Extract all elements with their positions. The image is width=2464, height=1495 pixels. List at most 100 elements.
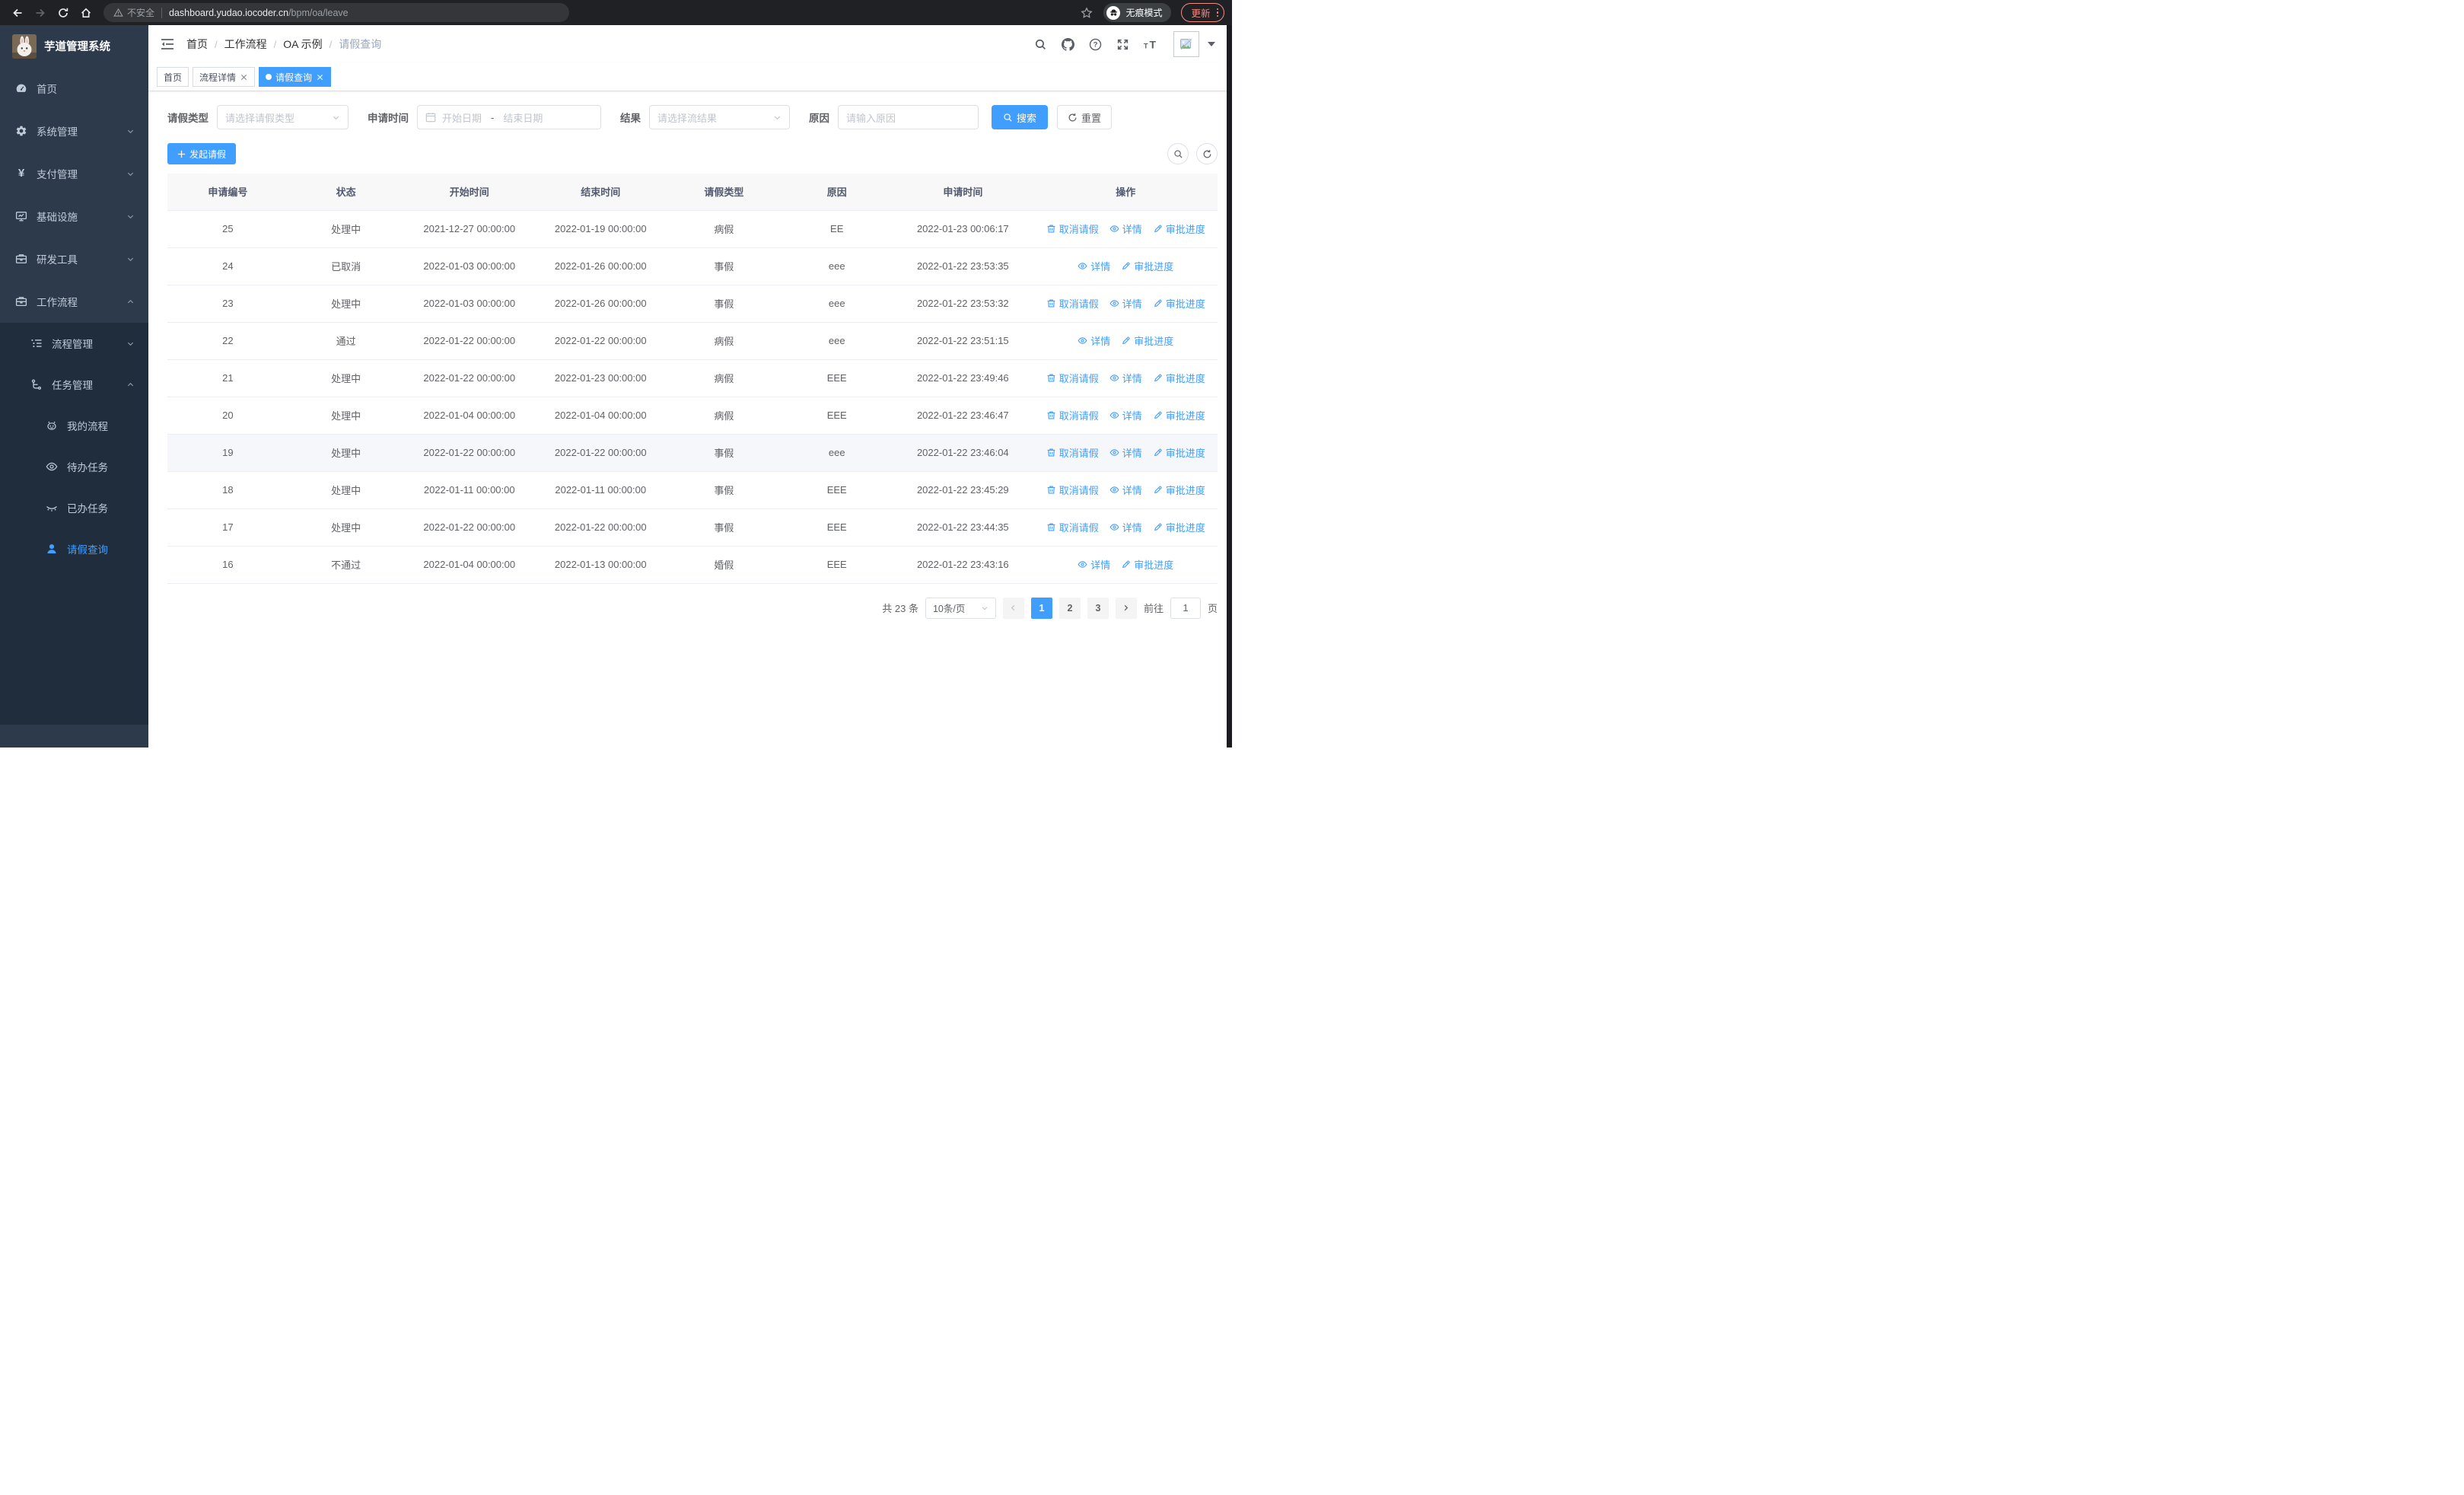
cell-apply-id: 23 (167, 285, 288, 323)
fullscreen-icon[interactable] (1116, 38, 1129, 51)
approval-progress-link[interactable]: 审批进度 (1153, 483, 1205, 497)
cancel-leave-link[interactable]: 取消请假 (1046, 483, 1099, 497)
approval-progress-link[interactable]: 审批进度 (1153, 520, 1205, 534)
breadcrumb-workflow[interactable]: 工作流程 (224, 37, 267, 52)
cell-apply-id: 20 (167, 397, 288, 435)
approval-progress-link[interactable]: 审批进度 (1121, 557, 1173, 572)
sidebar-item-workflow[interactable]: 工作流程 (0, 280, 148, 323)
apply-time-range-picker[interactable]: 开始日期 - 结束日期 (417, 105, 601, 129)
cancel-leave-link[interactable]: 取消请假 (1046, 371, 1099, 385)
sidebar-item-todo-tasks[interactable]: 待办任务 (0, 446, 148, 487)
goto-page-input[interactable] (1170, 597, 1201, 619)
select-placeholder: 请选择流结果 (657, 112, 718, 124)
detail-link[interactable]: 详情 (1109, 408, 1142, 422)
page-button-1[interactable]: 1 (1030, 597, 1052, 619)
cancel-leave-link[interactable]: 取消请假 (1046, 445, 1099, 460)
security-warning[interactable]: 不安全 (113, 6, 154, 19)
breadcrumb-separator: / (215, 38, 218, 50)
tag-process-detail[interactable]: 流程详情 (193, 67, 256, 87)
cell-apply-time: 2022-01-22 23:49:46 (892, 359, 1034, 397)
filter-reason: 原因 请输入原因 (809, 105, 979, 129)
cancel-leave-link[interactable]: 取消请假 (1046, 520, 1099, 534)
github-icon[interactable] (1062, 37, 1074, 51)
trash-icon (1047, 411, 1055, 419)
sidebar-item-leave-query[interactable]: 请假查询 (0, 528, 148, 569)
approval-progress-link[interactable]: 审批进度 (1121, 259, 1173, 273)
edit-pen-icon (1154, 523, 1162, 531)
avatar[interactable] (1173, 31, 1199, 57)
sidebar-item-dev-tools[interactable]: 研发工具 (0, 237, 148, 280)
close-tag-icon[interactable] (316, 73, 324, 81)
user-menu[interactable] (1173, 31, 1215, 57)
address-bar[interactable]: 不安全 dashboard.yudao.iocoder.cn/bpm/oa/le… (103, 3, 569, 22)
page-button-2[interactable]: 2 (1059, 597, 1081, 619)
sidebar-item-my-process[interactable]: 我的流程 (0, 405, 148, 446)
refresh-table-button[interactable] (1196, 143, 1218, 164)
page-button-3[interactable]: 3 (1087, 597, 1109, 619)
detail-link[interactable]: 详情 (1109, 296, 1142, 311)
sidebar-item-done-tasks[interactable]: 已办任务 (0, 487, 148, 528)
detail-link[interactable]: 详情 (1078, 557, 1110, 572)
detail-link[interactable]: 详情 (1109, 520, 1142, 534)
col-status: 状态 (288, 174, 404, 211)
logo-row[interactable]: 芋道管理系统 (0, 25, 148, 67)
collapse-sidebar-icon[interactable] (160, 37, 175, 52)
bookmark-star-icon[interactable] (1081, 6, 1094, 19)
breadcrumb-oa-example[interactable]: OA 示例 (283, 37, 322, 52)
approval-progress-link[interactable]: 审批进度 (1153, 222, 1205, 236)
navbar: 首页 / 工作流程 / OA 示例 / 请假查询 ? T T (148, 25, 1232, 63)
browser-bar: 不安全 dashboard.yudao.iocoder.cn/bpm/oa/le… (0, 0, 1232, 25)
browser-forward-button[interactable] (30, 3, 50, 23)
detail-link[interactable]: 详情 (1109, 445, 1142, 460)
create-leave-button[interactable]: 发起请假 (167, 143, 237, 164)
browser-update-button[interactable]: 更新 (1181, 3, 1224, 22)
font-size-icon[interactable]: TT (1144, 38, 1159, 51)
detail-link[interactable]: 详情 (1078, 333, 1110, 348)
sidebar-item-label: 已办任务 (67, 503, 108, 515)
tag-leave-query[interactable]: 请假查询 (259, 67, 332, 87)
approval-progress-link[interactable]: 审批进度 (1121, 333, 1173, 348)
breadcrumb-home[interactable]: 首页 (186, 37, 208, 52)
browser-home-button[interactable] (76, 3, 96, 23)
reset-button[interactable]: 重置 (1057, 105, 1113, 129)
search-icon[interactable] (1034, 38, 1047, 51)
detail-link[interactable]: 详情 (1109, 222, 1142, 236)
leave-type-select[interactable]: 请选择请假类型 (217, 105, 349, 129)
sidebar-item-infrastructure[interactable]: 基础设施 (0, 195, 148, 237)
show-search-button[interactable] (1167, 143, 1189, 164)
approval-progress-link[interactable]: 审批进度 (1153, 371, 1205, 385)
approval-progress-link[interactable]: 审批进度 (1153, 296, 1205, 311)
result-select[interactable]: 请选择流结果 (649, 105, 790, 129)
browser-refresh-button[interactable] (53, 3, 73, 23)
eye-icon (1109, 412, 1119, 419)
tag-label: 流程详情 (199, 72, 237, 83)
detail-link[interactable]: 详情 (1109, 371, 1142, 385)
cell-actions: 详情 审批进度 (1033, 322, 1218, 360)
close-tag-icon[interactable] (240, 73, 248, 81)
approval-progress-link[interactable]: 审批进度 (1153, 445, 1205, 460)
help-icon[interactable]: ? (1089, 38, 1102, 51)
cell-leave-type: 病假 (666, 322, 782, 360)
sidebar-item-system[interactable]: 系统管理 (0, 110, 148, 152)
cancel-leave-link[interactable]: 取消请假 (1046, 296, 1099, 311)
approval-progress-link[interactable]: 审批进度 (1153, 408, 1205, 422)
page-size-select[interactable]: 10条/页 (925, 597, 996, 619)
table-row: 17 处理中 2022-01-22 00:00:00 2022-01-22 00:00… (167, 508, 1218, 547)
sidebar-item-home[interactable]: 首页 (0, 67, 148, 110)
sidebar-item-process-management[interactable]: 流程管理 (0, 323, 148, 364)
cancel-leave-link[interactable]: 取消请假 (1046, 408, 1099, 422)
edit-pen-icon (1122, 336, 1130, 345)
cancel-leave-link[interactable]: 取消请假 (1046, 222, 1099, 236)
prev-page-button[interactable] (1002, 597, 1024, 619)
detail-link[interactable]: 详情 (1109, 483, 1142, 497)
sidebar-item-payment[interactable]: ¥ 支付管理 (0, 152, 148, 195)
browser-back-button[interactable] (8, 3, 27, 23)
sidebar-item-task-management[interactable]: 任务管理 (0, 364, 148, 405)
tag-home[interactable]: 首页 (157, 67, 189, 87)
next-page-button[interactable] (1115, 597, 1137, 619)
screen: 不安全 dashboard.yudao.iocoder.cn/bpm/oa/le… (0, 0, 1232, 748)
search-button[interactable]: 搜索 (992, 105, 1049, 129)
reason-input[interactable]: 请输入原因 (838, 105, 979, 129)
browser-menu-dots-icon[interactable] (1216, 8, 1218, 18)
detail-link[interactable]: 详情 (1078, 259, 1110, 273)
